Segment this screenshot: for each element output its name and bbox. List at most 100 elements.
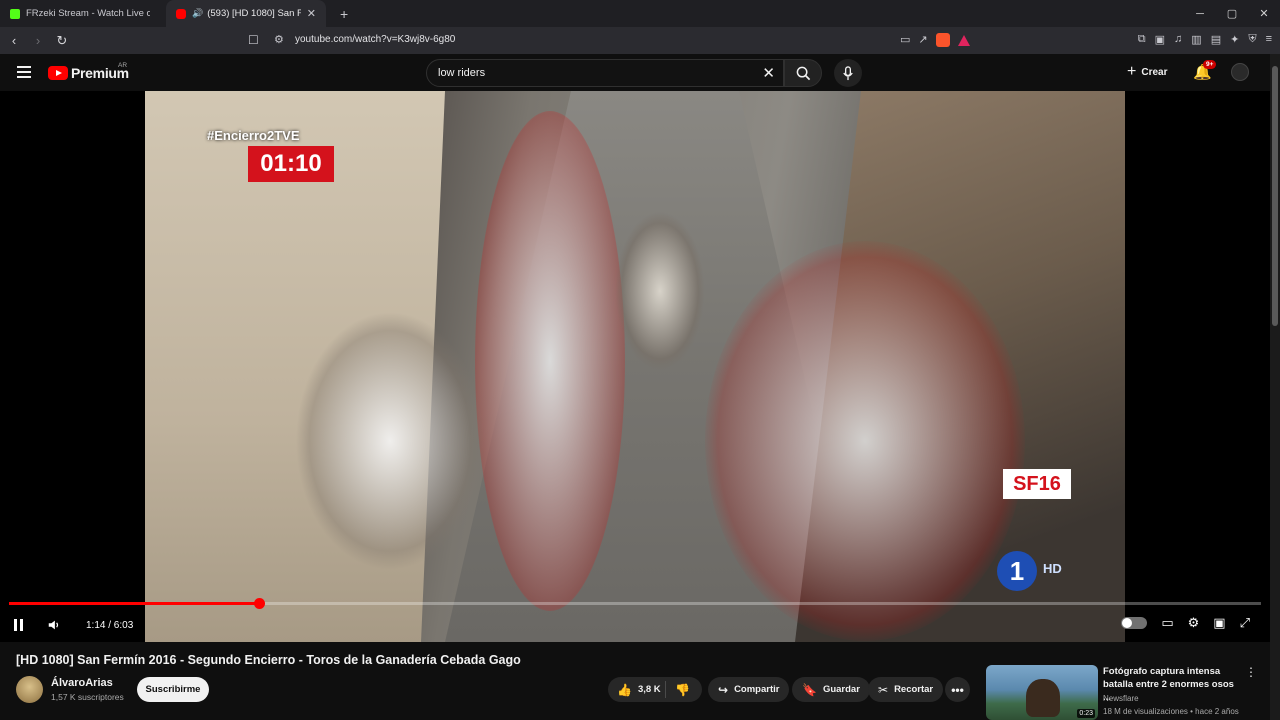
minimize-button[interactable]: ─ — [1184, 8, 1216, 20]
volume-icon — [48, 620, 59, 630]
search-input[interactable]: low riders ✕ — [426, 59, 784, 87]
player-right-controls: ▭ ⚙ ▣ ⤢ — [1121, 615, 1250, 631]
country-code: AR — [118, 62, 128, 69]
channel-avatar[interactable] — [16, 676, 43, 703]
crowd-left — [475, 111, 625, 611]
search-icon — [796, 66, 810, 80]
overlay-timer: 01:10 — [248, 146, 334, 182]
bulls — [615, 211, 705, 371]
clear-search-icon[interactable]: ✕ — [762, 64, 775, 82]
video-player[interactable]: #Encierro2TVE 01:10 SF16 1 HD 1:14 / 6:0… — [0, 91, 1270, 642]
notifications-button[interactable]: 🔔 9+ — [1193, 60, 1217, 81]
settings-gear-icon[interactable]: ⚙ — [1188, 615, 1200, 631]
plus-icon: + — [1127, 63, 1137, 80]
overlay-hashtag: #Encierro2TVE — [207, 128, 300, 143]
back-button[interactable]: ‹ — [4, 33, 24, 48]
pause-button[interactable] — [14, 615, 26, 635]
channel-name[interactable]: ÁlvaroArias — [51, 677, 113, 689]
dislike-button[interactable]: 👎 — [666, 683, 690, 697]
share-page-icon[interactable]: ↗ — [918, 33, 927, 47]
wallet-icon[interactable]: ▣ — [1155, 33, 1165, 46]
like-dislike-group: 👍 3,8 K 👎 — [608, 677, 702, 702]
overlay-hd-label: HD — [1043, 561, 1062, 576]
address-bar-actions: ▭ ↗ — [900, 33, 970, 47]
tab-youtube[interactable]: 🔊 (593) [HD 1080] San Fermín 2016 - Segu… — [166, 0, 326, 27]
theater-mode-icon[interactable]: ▣ — [1213, 615, 1225, 631]
maximize-button[interactable]: ▢ — [1216, 7, 1248, 20]
close-window-button[interactable]: ✕ — [1248, 7, 1280, 20]
more-actions-button[interactable]: ••• — [945, 677, 970, 702]
search-value: low riders — [438, 67, 486, 79]
browser-tabstrip: FRzeki Stream - Watch Live on Kick 🔊 (59… — [0, 0, 1280, 27]
progress-fill — [9, 602, 260, 605]
recommendation-menu-icon[interactable]: ⋮ — [1245, 665, 1257, 679]
create-label: Crear — [1141, 66, 1168, 78]
browser-toolbar: ‹ › ↻ ☐ ⚙ youtube.com/watch?v=K3wj8v-6g8… — [0, 27, 1280, 54]
crowd-right — [705, 241, 1025, 641]
youtube-icon — [176, 8, 186, 19]
account-avatar[interactable] — [1231, 63, 1249, 81]
reload-button[interactable]: ↻ — [52, 33, 72, 49]
recommendation-meta: 18 M de visualizaciones • hace 2 años — [1103, 707, 1239, 716]
save-button[interactable]: 🔖 Guardar — [792, 677, 870, 702]
autoplay-toggle[interactable] — [1121, 617, 1148, 629]
leo-icon[interactable]: ✦ — [1230, 33, 1239, 46]
volume-button[interactable] — [47, 615, 61, 635]
recommendation-thumbnail[interactable]: 0:23 — [986, 665, 1098, 720]
share-label: Compartir — [734, 684, 780, 695]
wallet2-icon[interactable]: ▤ — [1211, 33, 1221, 46]
notification-badge: 9+ — [1203, 60, 1217, 69]
overlay-tve-logo: 1 — [997, 551, 1037, 591]
bookmark-save-icon: 🔖 — [802, 682, 817, 697]
microphone-icon — [843, 65, 853, 80]
clip-label: Recortar — [894, 684, 934, 695]
youtube-logo[interactable]: Premium AR — [48, 62, 129, 81]
close-tab-icon[interactable]: ✕ — [307, 7, 316, 20]
recommendation-duration: 0:23 — [1077, 709, 1095, 718]
address-bar[interactable]: youtube.com/watch?v=K3wj8v-6g80 — [295, 34, 455, 45]
forward-button[interactable]: › — [28, 33, 48, 48]
extensions-bar: ⧉ ▣ ♫ ▥ ▤ ✦ ⛨ ≡ — [1138, 33, 1272, 46]
brave-rewards-icon[interactable] — [957, 35, 970, 46]
hamburger-menu-icon[interactable] — [17, 66, 31, 81]
clip-button[interactable]: ✂ Recortar — [868, 677, 944, 702]
balcony-spectators — [295, 311, 485, 571]
scrollbar-thumb[interactable] — [1272, 66, 1278, 326]
subscriber-count: 1,57 K suscriptores — [51, 692, 124, 702]
site-info-icon[interactable]: ⚙ — [274, 33, 284, 46]
save-label: Guardar — [822, 684, 860, 695]
picture-in-picture-icon[interactable]: ▭ — [900, 33, 910, 47]
kick-icon — [10, 8, 20, 19]
extensions-icon[interactable]: ⧉ — [1138, 33, 1146, 46]
page-scrollbar[interactable] — [1270, 54, 1280, 720]
bookmark-icon[interactable]: ☐ — [248, 33, 259, 47]
search-button[interactable] — [784, 59, 822, 87]
thumbs-up-icon: 👍 — [617, 682, 632, 697]
video-frame[interactable]: #Encierro2TVE 01:10 SF16 1 HD — [145, 91, 1125, 642]
overlay-sf-logo: SF16 — [1003, 469, 1071, 499]
recommendation-channel[interactable]: Newsflare — [1103, 694, 1139, 703]
sidebar-icon[interactable]: ▥ — [1191, 33, 1201, 46]
speaker-icon[interactable]: 🔊 — [192, 8, 203, 19]
scissors-icon: ✂ — [878, 682, 889, 697]
like-count: 3,8 K — [637, 684, 661, 695]
subtitles-icon[interactable]: ▭ — [1161, 615, 1173, 631]
subscribe-button[interactable]: Suscribirme — [137, 677, 209, 702]
fullscreen-icon[interactable]: ⤢ — [1240, 615, 1250, 631]
voice-search-button[interactable] — [834, 59, 862, 87]
tab-title: FRzeki Stream - Watch Live on Kick — [26, 8, 150, 19]
create-button[interactable]: + Crear — [1127, 63, 1167, 81]
share-icon: ↪ — [718, 682, 729, 697]
video-title: [HD 1080] San Fermín 2016 - Segundo Enci… — [16, 653, 521, 667]
menu-icon[interactable]: ≡ — [1266, 33, 1272, 46]
progress-bar[interactable] — [9, 598, 1261, 609]
window-controls: ─ ▢ ✕ — [1184, 0, 1280, 27]
new-tab-button[interactable]: + — [340, 6, 348, 22]
thumbnail-bears — [1026, 679, 1060, 717]
vpn-icon[interactable]: ⛨ — [1248, 33, 1256, 46]
share-button[interactable]: ↪ Compartir — [708, 677, 790, 702]
brave-shields-icon[interactable] — [935, 33, 950, 47]
like-button[interactable]: 👍 3,8 K — [608, 681, 666, 698]
tab-kick[interactable]: FRzeki Stream - Watch Live on Kick — [0, 0, 160, 27]
media-icon[interactable]: ♫ — [1174, 33, 1182, 46]
